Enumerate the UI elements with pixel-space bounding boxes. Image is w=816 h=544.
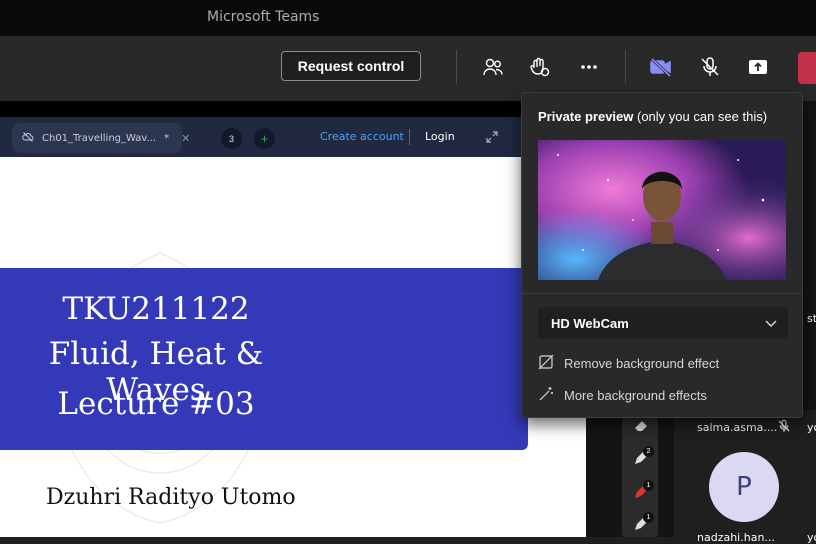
remove-background-label: Remove background effect [564,356,720,371]
people-icon[interactable] [480,54,506,80]
more-backgrounds-button[interactable]: More background effects [538,386,707,405]
magic-wand-icon [538,386,554,405]
camera-icon[interactable] [648,54,674,80]
request-control-button[interactable]: Request control [281,51,421,81]
participant-name-partial: yo [807,531,816,544]
more-backgrounds-label: More background effects [564,388,707,403]
camera-preview-popup: Private preview (only you can see this) … [521,92,803,418]
eraser-icon[interactable] [632,416,650,434]
camera-select-value: HD WebCam [551,315,629,331]
browser-divider [409,129,410,145]
more-icon[interactable] [576,54,602,80]
create-account-link[interactable]: Create account [320,130,404,143]
lecture-slide: TKU211122 Fluid, Heat & Waves Lecture #0… [0,157,586,537]
toolbar-divider [625,50,626,84]
annotation-badge: 2 [643,446,654,457]
share-tray-icon[interactable] [745,54,771,80]
title-banner: TKU211122 Fluid, Heat & Waves Lecture #0… [0,268,528,450]
lecture-number: Lecture #03 [57,386,255,422]
unsaved-mark: * [164,132,170,144]
title-bar: Microsoft Teams [0,0,816,36]
remove-background-button[interactable]: Remove background effect [538,354,719,373]
course-code: TKU211122 [62,291,250,327]
annotation-badge: 1 [643,512,654,523]
toolbar-divider [456,50,457,84]
camera-preview [538,140,786,280]
participant-name-partial: st [807,312,816,325]
chevron-down-icon [764,316,778,330]
no-background-icon [538,354,554,373]
author-name: Dzuhri Radityo Utomo [46,485,296,510]
avatar: P [709,452,779,522]
app-title: Microsoft Teams [207,9,320,25]
tab-count-badge[interactable]: 3 [221,128,242,149]
expand-icon[interactable] [484,129,500,145]
participant-name-partial: yo [807,421,816,434]
participant-name: nadzahi.han... [697,531,775,544]
popup-divider [522,293,802,294]
cloud-off-icon [22,131,34,146]
raise-hand-icon[interactable] [527,54,553,80]
browser-toolbar: Ch01_Travelling_Wav... * ✕ 3 + Create ac… [0,117,586,157]
browser-tab-label: Ch01_Travelling_Wav... [42,132,157,144]
preview-title: Private preview (only you can see this) [538,109,768,124]
mic-off-icon[interactable] [697,54,723,80]
camera-select[interactable]: HD WebCam [538,307,788,339]
annotation-badge: 1 [643,480,654,491]
leave-button[interactable] [798,52,816,84]
shared-screen: Ch01_Travelling_Wav... * ✕ 3 + Create ac… [0,101,586,537]
mic-off-icon [777,419,791,438]
participant-name: salma.asma.... [697,421,778,434]
new-tab-button[interactable]: + [254,128,275,149]
login-link[interactable]: Login [425,130,455,143]
tab-close-icon[interactable]: ✕ [181,132,190,145]
browser-tab[interactable]: Ch01_Travelling_Wav... * ✕ [12,123,190,153]
